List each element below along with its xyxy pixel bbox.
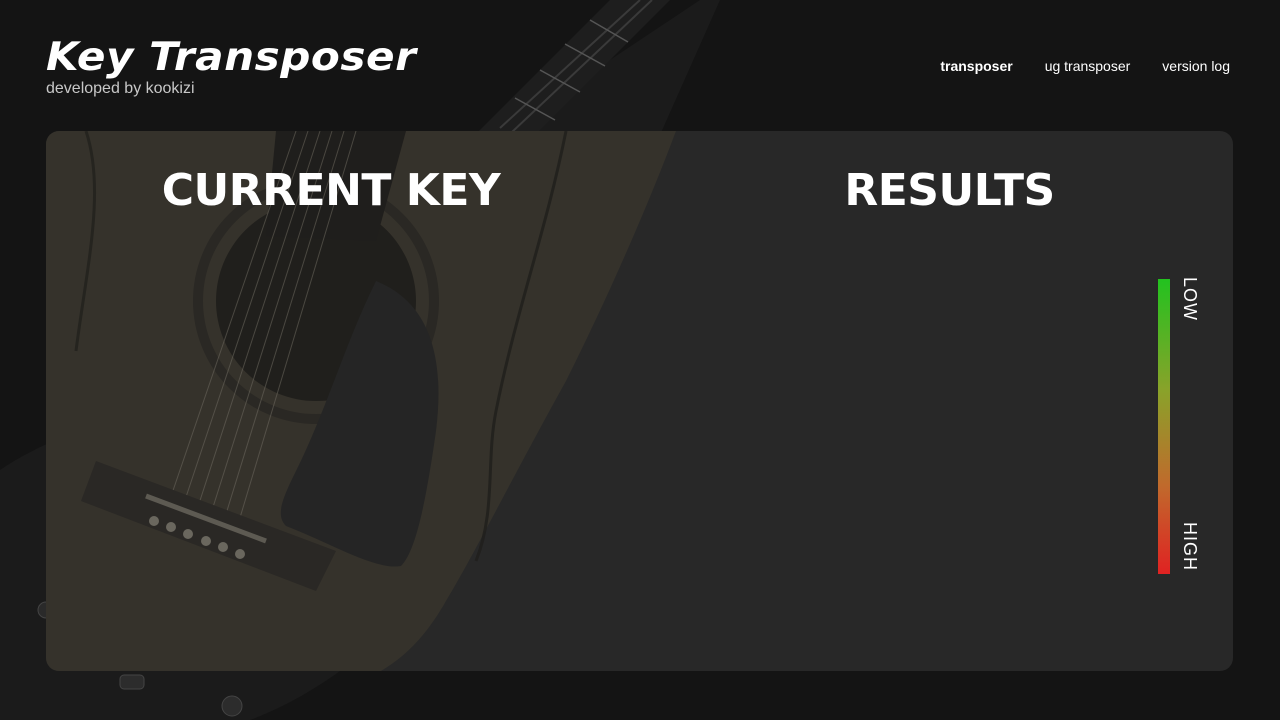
current-key-heading: CURRENT KEY [161,165,501,216]
transposer-panel: CURRENT KEY RESULTS LOW HIGH [46,131,1233,671]
nav-item-version-log[interactable]: version log [1162,58,1230,74]
app-title: Key Transposer [46,35,417,80]
top-nav: transposer ug transposer version log [908,58,1230,74]
app-subtitle: developed by kookizi [46,80,195,97]
range-high-label: HIGH [1180,522,1200,571]
pitch-range-gradient-bar [1158,279,1170,574]
nav-item-ug-transposer[interactable]: ug transposer [1045,58,1131,74]
page: Key Transposer developed by kookizi tran… [0,0,1280,720]
results-heading: RESULTS [844,165,1055,216]
range-low-label: LOW [1180,277,1200,322]
nav-item-transposer[interactable]: transposer [940,58,1012,74]
brand: Key Transposer developed by kookizi [46,36,416,99]
